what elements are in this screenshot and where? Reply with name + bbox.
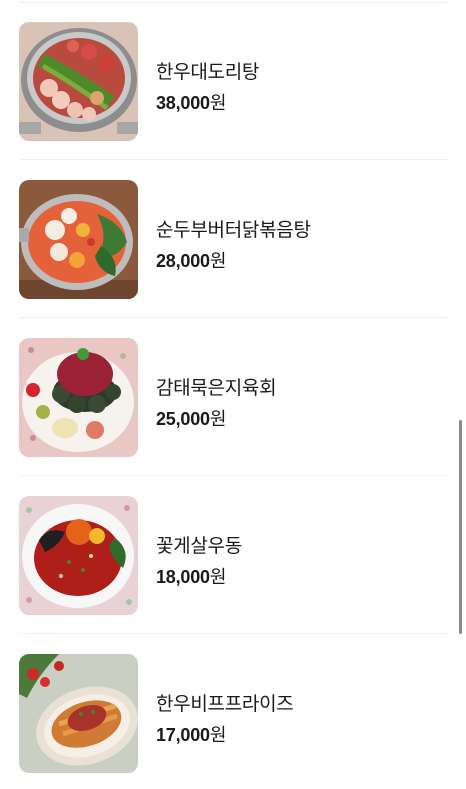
price-value: 38,000 [156,93,210,113]
price-currency: 원 [209,93,227,113]
menu-item-name: 감태묵은지육회 [156,378,277,399]
menu-item[interactable]: 한우대도리탕 38,000원 [19,2,447,160]
price-value: 18,000 [156,567,210,587]
menu-item-image [19,496,138,615]
menu-item[interactable]: 순두부버터닭볶음탕 28,000원 [19,160,447,318]
menu-item-name: 순두부버터닭볶음탕 [156,220,311,241]
menu-item-image [19,654,138,773]
price-value: 28,000 [156,251,210,271]
menu-item-name: 한우대도리탕 [156,62,260,83]
menu-item-price: 17,000원 [156,721,226,747]
menu-list: 한우대도리탕 38,000원 순두부버터닭볶음탕 28,000원 감태묵은지육회… [0,0,466,789]
menu-item-price: 25,000원 [156,405,226,431]
price-currency: 원 [209,725,227,745]
menu-item-name: 한우비프프라이즈 [156,694,294,715]
menu-item-image [19,180,138,299]
menu-item-name: 꽃게살우동 [156,536,242,557]
menu-item[interactable]: 꽃게살우동 18,000원 [19,476,447,634]
menu-item-image [19,338,138,457]
menu-item-image [19,22,138,141]
menu-item-price: 18,000원 [156,563,226,589]
menu-item-price: 38,000원 [156,89,226,115]
menu-item[interactable]: 한우비프프라이즈 17,000원 [19,634,447,789]
menu-item-price: 28,000원 [156,247,226,273]
price-currency: 원 [209,567,227,587]
price-currency: 원 [209,251,227,271]
scrollbar[interactable] [459,420,462,634]
price-value: 25,000 [156,409,210,429]
price-value: 17,000 [156,725,210,745]
price-currency: 원 [209,409,227,429]
menu-item[interactable]: 감태묵은지육회 25,000원 [19,318,447,476]
